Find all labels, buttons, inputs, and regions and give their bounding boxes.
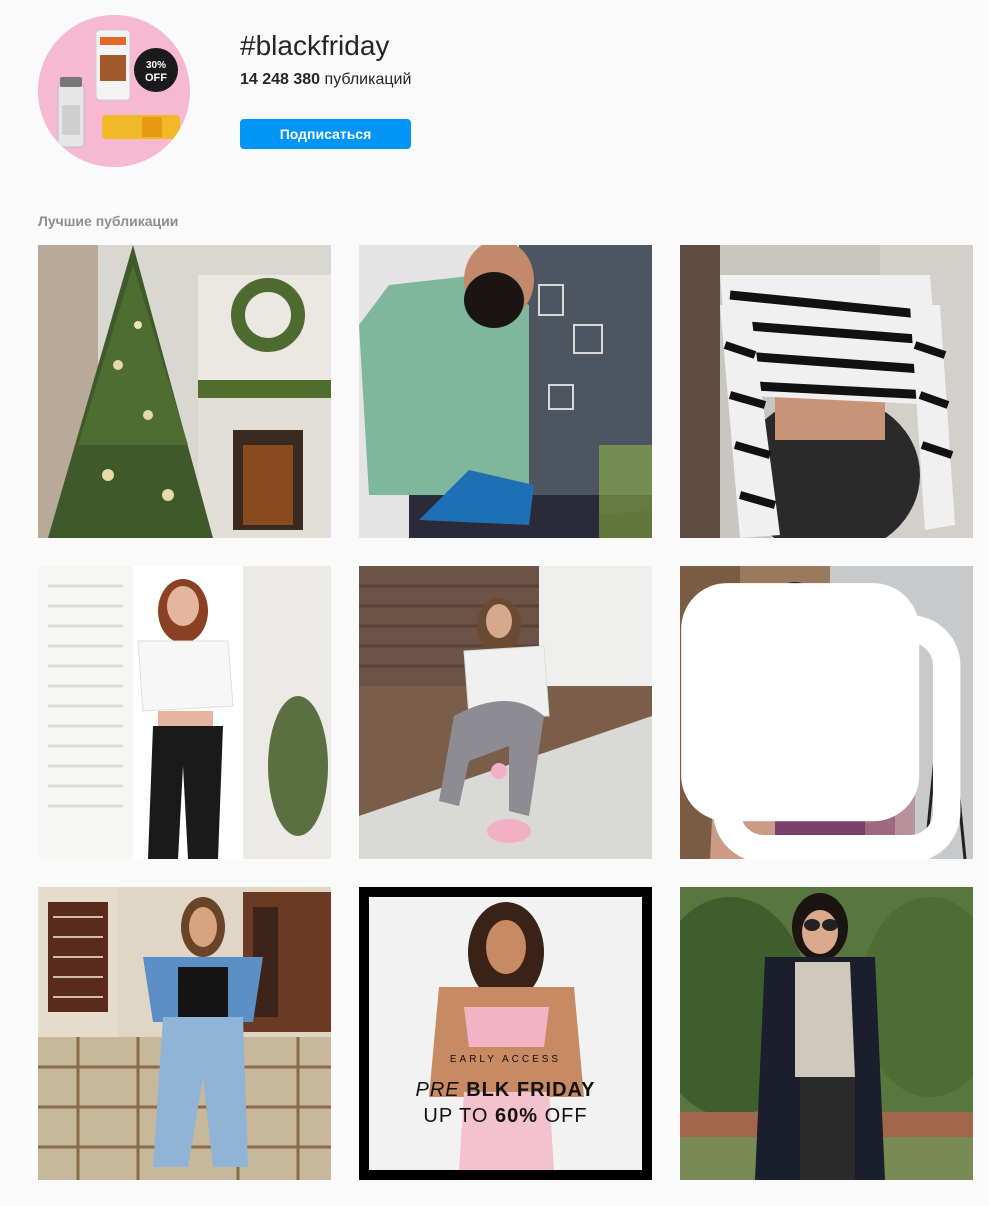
post-image — [359, 245, 652, 538]
hashtag-page: 30% OFF #blackfriday 14 248 380 публикац… — [0, 0, 989, 1206]
promo-pct: 60% — [495, 1105, 539, 1127]
promo-card: EARLY ACCESS PRE BLK FRIDAY UP TO 60% OF… — [369, 897, 642, 1170]
promo-off: OFF — [544, 1105, 588, 1127]
promo-early-access: EARLY ACCESS — [449, 1054, 562, 1065]
post-tile-christmas-tree[interactable] — [38, 245, 331, 538]
post-image — [38, 245, 331, 538]
promo-blk-friday: BLK FRIDAY — [466, 1079, 596, 1101]
promo-up-to: UP TO — [423, 1105, 489, 1127]
hashtag-title: #blackfriday — [240, 30, 390, 61]
post-image — [38, 566, 331, 859]
promo-pre: PRE — [415, 1079, 460, 1101]
post-tile-pre-blk-friday[interactable]: EARLY ACCESS PRE BLK FRIDAY UP TO 60% OF… — [359, 887, 652, 1180]
post-tile-white-tee[interactable] — [38, 566, 331, 859]
avatar-badge-off: OFF — [145, 72, 167, 84]
post-tile-zebra-top[interactable] — [680, 245, 973, 538]
follow-button[interactable]: Подписаться — [240, 119, 411, 149]
post-tile-sunglasses-coat[interactable] — [680, 887, 973, 1180]
promo-headline: PRE BLK FRIDAY — [369, 1079, 642, 1102]
post-tile-man-ironing[interactable] — [359, 245, 652, 538]
top-posts-title: Лучшие публикации — [38, 213, 179, 229]
post-tile-denim-jacket[interactable] — [38, 887, 331, 1180]
post-image — [680, 245, 973, 538]
post-tile-mirror-selfie[interactable] — [680, 566, 973, 859]
post-count-label: публикаций — [324, 71, 412, 88]
avatar-badge-pct: 30% — [146, 60, 166, 71]
avatar-products-image: 30% OFF — [38, 15, 190, 167]
post-count: 14 248 380 публикаций — [240, 71, 411, 89]
hashtag-avatar: 30% OFF — [38, 15, 190, 167]
multiple-images-icon — [681, 583, 961, 859]
promo-model-image — [369, 897, 642, 1170]
post-count-number: 14 248 380 — [240, 71, 321, 88]
post-image — [680, 887, 973, 1180]
post-tile-squat-outdoor[interactable] — [359, 566, 652, 859]
promo-discount: UP TO 60% OFF — [369, 1105, 642, 1128]
post-image — [359, 566, 652, 859]
post-image — [38, 887, 331, 1180]
